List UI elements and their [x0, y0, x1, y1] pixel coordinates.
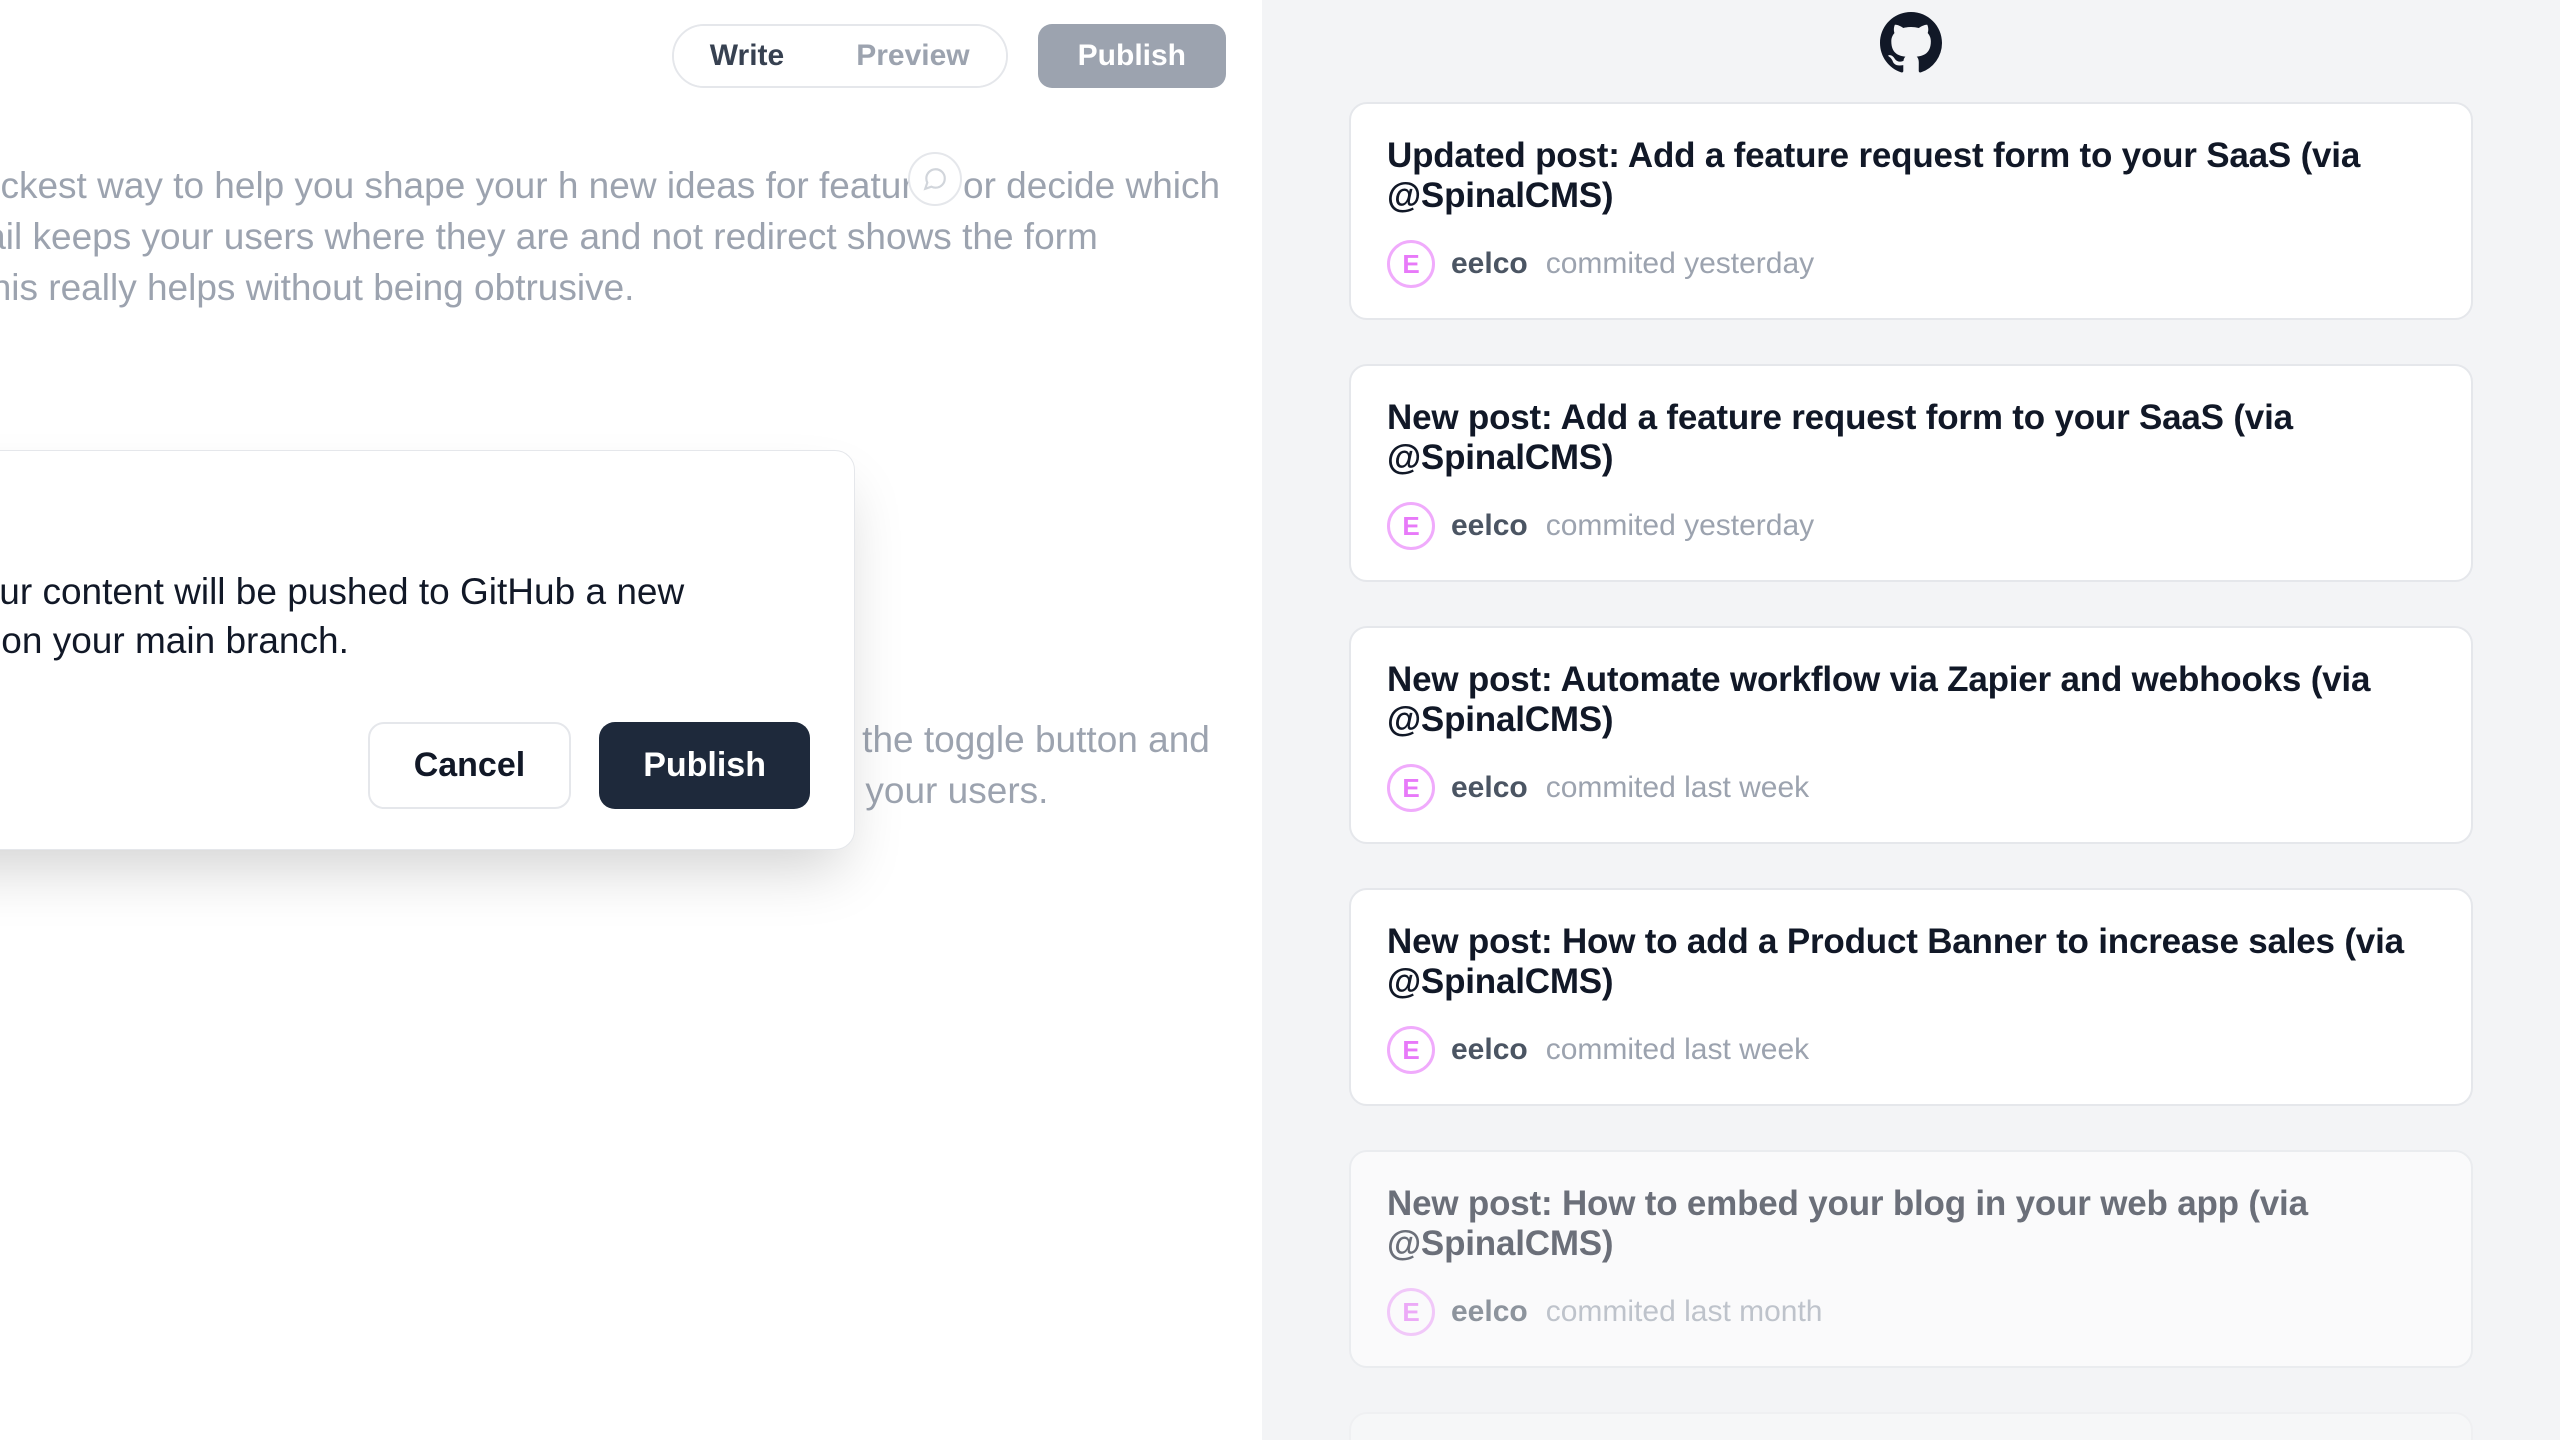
- github-icon: [1880, 12, 1942, 74]
- modal-title: ady to publish?: [0, 499, 810, 548]
- post-paragraph: our SaaS' users is the quickest way to h…: [0, 160, 1230, 313]
- commit-time: commited yesterday: [1546, 247, 1814, 281]
- modal-body: en you click Publish your content will b…: [0, 568, 810, 666]
- commit-author: eelco: [1451, 771, 1528, 805]
- publish-button[interactable]: Publish: [599, 722, 810, 809]
- avatar: E: [1387, 1026, 1435, 1074]
- github-pane: Updated post: Add a feature request form…: [1262, 0, 2560, 1440]
- avatar: E: [1387, 1288, 1435, 1336]
- commit-list: Updated post: Add a feature request form…: [1349, 102, 2473, 1440]
- avatar: E: [1387, 764, 1435, 812]
- commit-time: commited last week: [1546, 1033, 1809, 1067]
- commit-meta: Eeelco commited last week: [1387, 764, 2435, 812]
- avatar: E: [1387, 240, 1435, 288]
- commit-time: commited last week: [1546, 771, 1809, 805]
- commit-meta: Eeelco commited yesterday: [1387, 502, 2435, 550]
- commit-author: eelco: [1451, 1295, 1528, 1329]
- avatar: E: [1387, 502, 1435, 550]
- commit-title: Updated post: Add a feature request form…: [1387, 136, 2435, 216]
- commit-card[interactable]: New post: Add a feature request form to …: [1349, 364, 2473, 582]
- commit-card[interactable]: New post: How to embed your blog in your…: [1349, 1150, 2473, 1368]
- commit-card[interactable]: New post: Automate workflow via Zapier a…: [1349, 626, 2473, 844]
- commit-title: New post: Automate workflow via Zapier a…: [1387, 660, 2435, 740]
- commit-title: New post: Add a feature request form to …: [1387, 398, 2435, 478]
- post-title: orm to your SaaS: [0, 28, 1230, 82]
- commit-author: eelco: [1451, 509, 1528, 543]
- commit-time: commited last month: [1546, 1295, 1823, 1329]
- publish-confirm-modal: ady to publish? en you click Publish you…: [0, 450, 855, 850]
- commit-title: New post: How to add a Product Banner to…: [1387, 922, 2435, 1002]
- commit-card[interactable]: New post: Embed your medium posts feed t…: [1349, 1412, 2473, 1440]
- commit-meta: Eeelco commited yesterday: [1387, 240, 2435, 288]
- commit-card[interactable]: Updated post: Add a feature request form…: [1349, 102, 2473, 320]
- commit-meta: Eeelco commited last week: [1387, 1026, 2435, 1074]
- commit-meta: Eeelco commited last month: [1387, 1288, 2435, 1336]
- commit-title: New post: How to embed your blog in your…: [1387, 1184, 2435, 1264]
- cancel-button[interactable]: Cancel: [368, 722, 572, 809]
- commit-card[interactable]: New post: How to add a Product Banner to…: [1349, 888, 2473, 1106]
- comment-icon[interactable]: [908, 152, 962, 206]
- commit-time: commited yesterday: [1546, 509, 1814, 543]
- commit-author: eelco: [1451, 247, 1528, 281]
- editor-pane: Write Preview Publish orm to your SaaS o…: [0, 0, 1262, 1440]
- modal-actions: Cancel Publish: [0, 722, 810, 809]
- commit-author: eelco: [1451, 1033, 1528, 1067]
